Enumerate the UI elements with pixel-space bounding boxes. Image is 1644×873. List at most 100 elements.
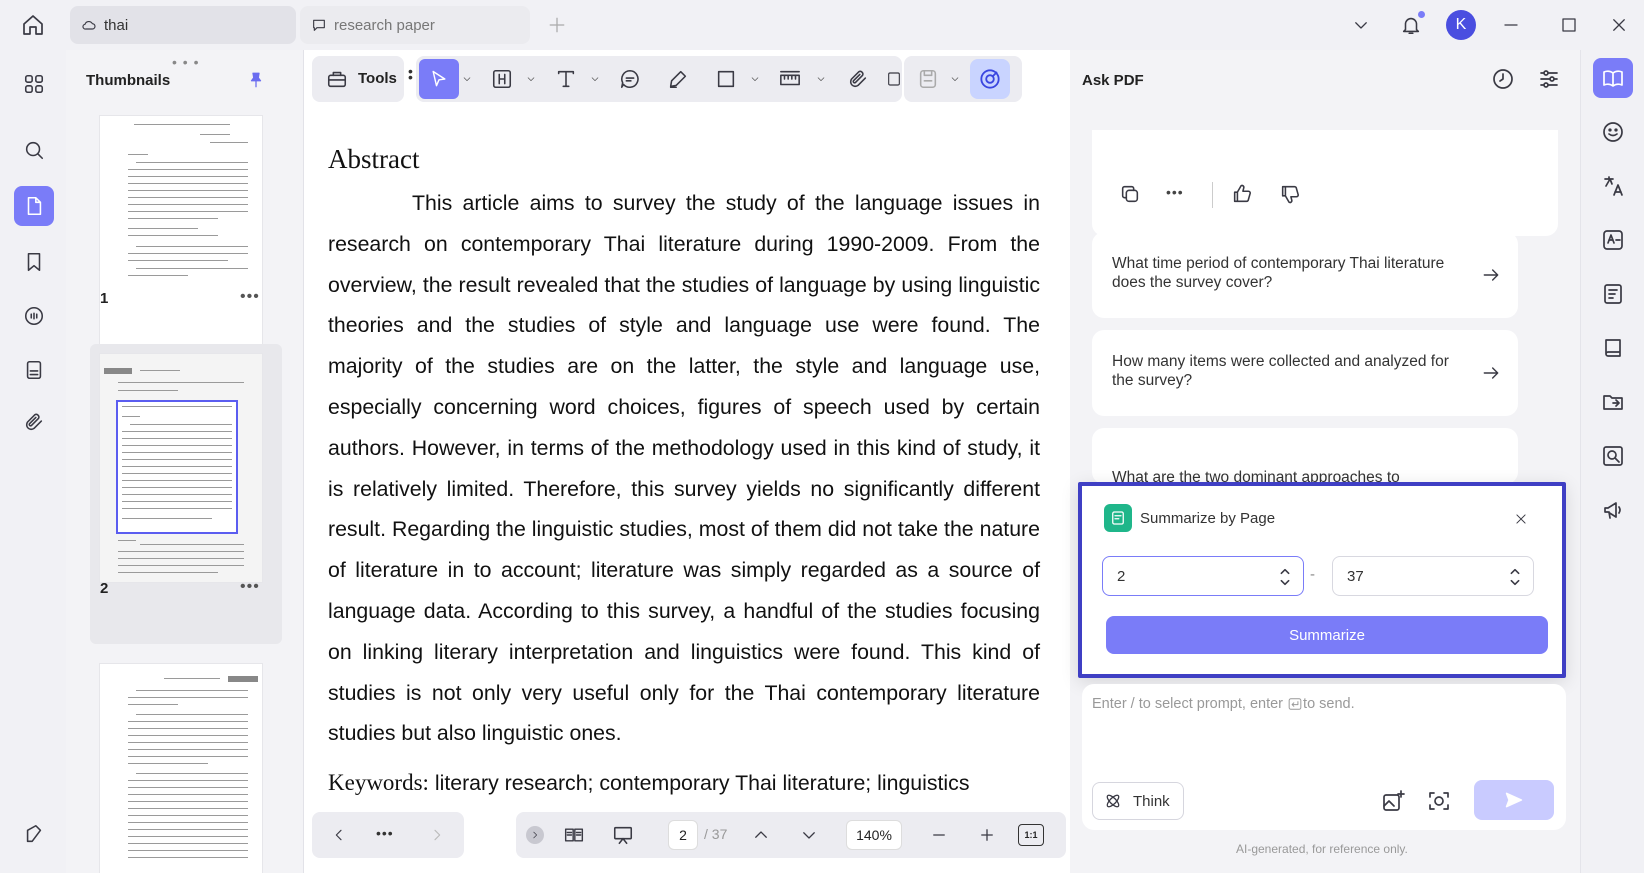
book-icon[interactable]	[1593, 328, 1633, 368]
chevron-down-icon[interactable]	[816, 73, 826, 85]
measure-icon[interactable]	[774, 63, 806, 95]
suggestion-card[interactable]: How many items were collected and analyz…	[1092, 330, 1518, 416]
pen-icon[interactable]	[662, 63, 694, 95]
image-ai-icon[interactable]	[1378, 786, 1408, 816]
summarize-by-page-popup: Summarize by Page 2 - 37 Summarize	[1078, 482, 1566, 678]
home-icon[interactable]	[18, 10, 48, 40]
save-icon[interactable]	[912, 63, 944, 95]
select-cursor-icon[interactable]	[419, 59, 459, 99]
stepper-arrows-icon[interactable]	[1505, 565, 1525, 589]
new-tab-plus-icon[interactable]	[544, 12, 570, 38]
attachment-icon[interactable]	[14, 402, 54, 442]
think-button[interactable]: Think	[1092, 782, 1184, 820]
divider	[1212, 182, 1213, 208]
chevron-right-icon[interactable]	[426, 824, 448, 846]
form-fill-icon[interactable]	[1593, 274, 1633, 314]
drag-handle[interactable]: • • •	[172, 54, 199, 70]
placeholder-text-before: Enter / to select prompt, enter	[1092, 696, 1288, 712]
history-icon[interactable]	[1488, 64, 1518, 94]
pin-icon[interactable]	[244, 68, 268, 92]
maximize-icon[interactable]	[1556, 12, 1582, 38]
chevron-down-icon[interactable]	[796, 822, 822, 848]
page-nav-bar: •••	[312, 812, 464, 858]
thumbs-down-icon[interactable]	[1276, 180, 1304, 208]
chevron-down-icon[interactable]	[1348, 12, 1374, 38]
zoom-level[interactable]: 140%	[846, 820, 902, 850]
comment-bubble-icon[interactable]	[614, 63, 646, 95]
ai-reader-icon[interactable]	[1593, 58, 1633, 98]
placeholder-text-after: to send.	[1303, 696, 1355, 712]
layers-icon[interactable]	[14, 814, 54, 854]
chevron-down-icon[interactable]	[750, 73, 760, 85]
more-options-icon[interactable]: •••	[240, 578, 260, 596]
close-icon[interactable]	[1606, 12, 1632, 38]
suggestion-card[interactable]: What are the two dominant approaches to	[1092, 428, 1518, 484]
thumbnail-page-1[interactable]	[100, 116, 262, 344]
chatbot-icon[interactable]	[1593, 112, 1633, 152]
summarize-button[interactable]: Summarize	[1106, 616, 1548, 654]
expand-arrow-icon[interactable]	[526, 826, 544, 844]
ai-assistant-icon[interactable]	[970, 59, 1010, 99]
to-page-stepper[interactable]: 37	[1332, 556, 1534, 596]
presentation-icon[interactable]	[608, 822, 638, 848]
two-page-view-icon[interactable]	[560, 822, 588, 848]
stamp-icon[interactable]	[14, 350, 54, 390]
signature-icon[interactable]	[886, 63, 902, 95]
megaphone-icon[interactable]	[1593, 490, 1633, 530]
attachment-icon[interactable]	[842, 63, 874, 95]
chevron-up-icon[interactable]	[748, 822, 774, 848]
export-folder-icon[interactable]	[1593, 382, 1633, 422]
page-number-input[interactable]: 2	[668, 820, 698, 850]
bookmark-icon[interactable]	[14, 242, 54, 282]
settings-sliders-icon[interactable]	[1534, 64, 1564, 94]
tab-label: thai	[104, 16, 129, 34]
from-page-stepper[interactable]: 2	[1102, 556, 1304, 596]
keywords-text: literary research; contemporary Thai lit…	[434, 771, 970, 796]
keywords-label: Keywords:	[328, 770, 429, 796]
more-options-icon[interactable]: •••	[240, 288, 260, 306]
ask-pdf-title: Ask PDF	[1082, 72, 1144, 89]
suggestion-card[interactable]: What time period of contemporary Thai li…	[1092, 232, 1518, 318]
ai-group	[904, 56, 1022, 102]
tab-research-paper[interactable]: research paper	[300, 6, 530, 44]
screenshot-icon[interactable]	[1424, 786, 1454, 816]
rectangle-icon[interactable]	[710, 63, 742, 95]
thumbnail-page-3[interactable]	[100, 664, 262, 873]
more-options-icon[interactable]: •••	[1166, 184, 1184, 200]
chevron-down-icon[interactable]	[526, 73, 536, 85]
apps-grid-icon[interactable]	[14, 64, 54, 104]
minimize-icon[interactable]	[1498, 12, 1524, 38]
abstract-heading: Abstract	[328, 144, 420, 174]
thumbs-up-icon[interactable]	[1228, 180, 1256, 208]
translate-icon[interactable]	[1593, 166, 1633, 206]
search-document-icon[interactable]	[1593, 436, 1633, 476]
toolbar-separator: • •	[408, 63, 413, 85]
toolbox-icon[interactable]	[324, 66, 350, 92]
ocr-icon[interactable]	[1593, 220, 1633, 260]
more-options-icon[interactable]: •••	[376, 825, 394, 841]
actual-size-button[interactable]: 1:1	[1018, 824, 1044, 846]
chevron-down-icon[interactable]	[590, 73, 600, 85]
tab-thai[interactable]: thai	[70, 6, 296, 44]
thumbnail-page-2[interactable]	[100, 354, 262, 582]
zoom-out-icon[interactable]	[926, 822, 952, 848]
send-button[interactable]	[1474, 780, 1554, 820]
stepper-arrows-icon[interactable]	[1275, 565, 1295, 589]
zoom-in-icon[interactable]	[974, 822, 1000, 848]
abstract-body: This article aims to survey the study of…	[328, 191, 1040, 746]
highlight-icon[interactable]	[486, 63, 518, 95]
copy-icon[interactable]	[1116, 180, 1144, 208]
chat-input-placeholder[interactable]: Enter / to select prompt, enter to send.	[1092, 696, 1355, 712]
tools-button-label[interactable]: Tools	[358, 70, 397, 87]
chevron-down-icon[interactable]	[950, 73, 960, 85]
text-icon[interactable]	[550, 63, 582, 95]
chevron-left-icon[interactable]	[328, 824, 350, 846]
chevron-down-icon[interactable]	[462, 73, 472, 85]
document-page-content: Abstract This article aims to survey the…	[328, 130, 1040, 796]
pages-icon[interactable]	[14, 186, 54, 226]
search-icon[interactable]	[14, 130, 54, 170]
response-actions-card: •••	[1092, 130, 1558, 236]
comment-icon[interactable]	[14, 296, 54, 336]
avatar[interactable]: K	[1446, 10, 1476, 40]
close-icon[interactable]	[1510, 508, 1532, 530]
